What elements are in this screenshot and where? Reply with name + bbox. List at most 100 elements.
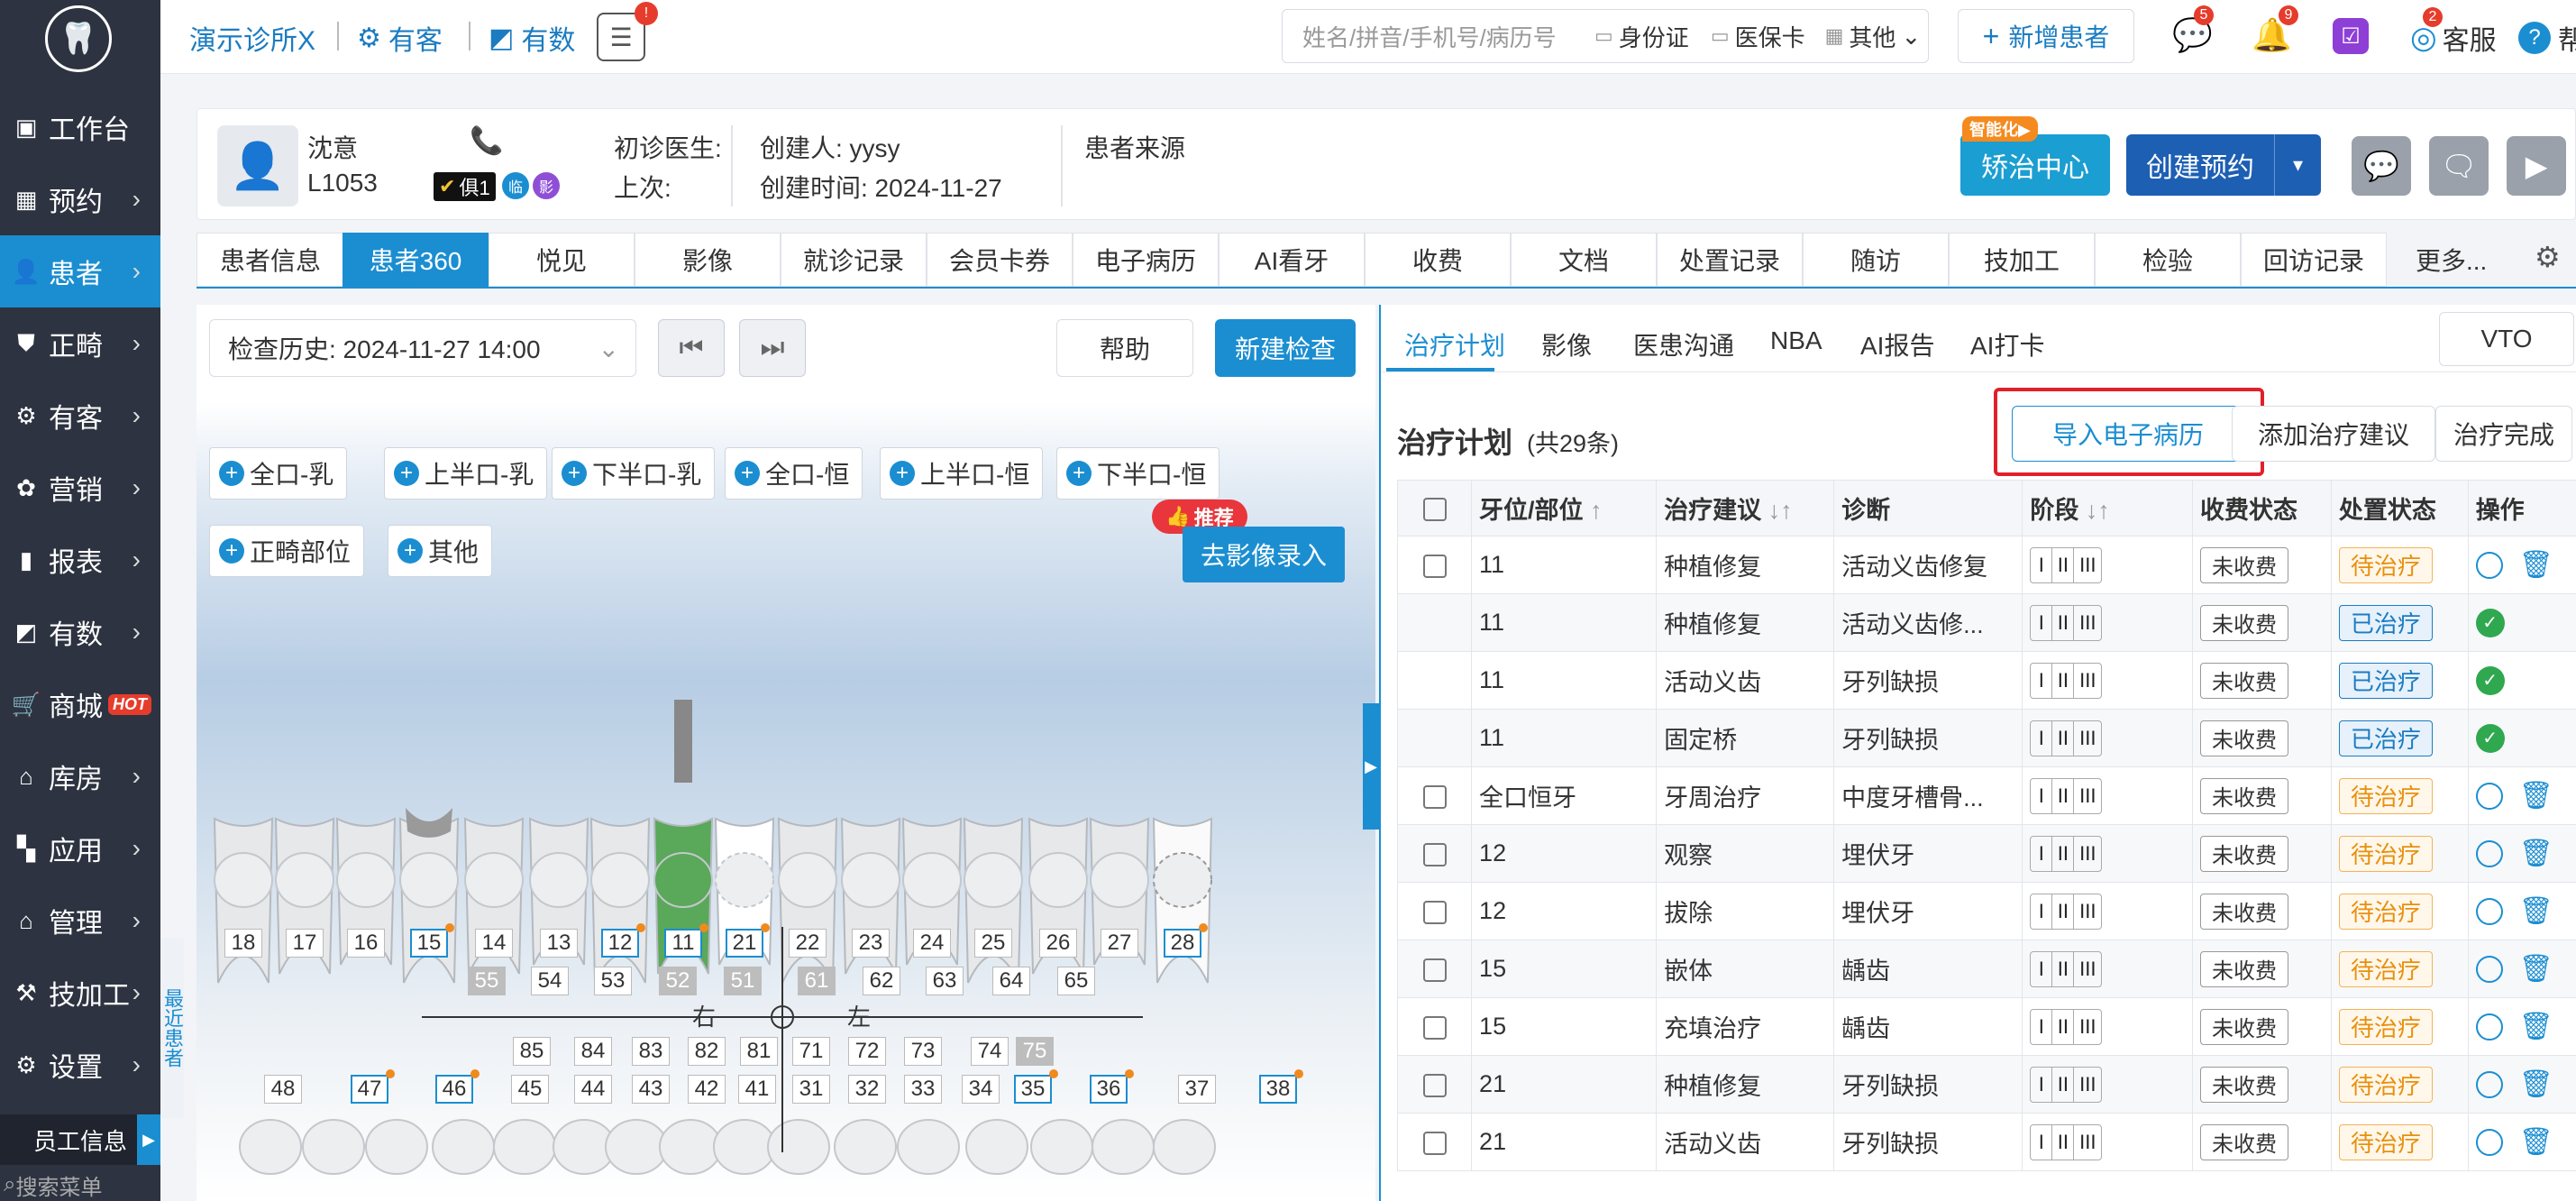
tooth-number[interactable]: 83 — [632, 1037, 670, 1066]
create-appointment-button[interactable]: 创建预约 — [2126, 134, 2274, 196]
add-suggestion-button[interactable]: 添加治疗建议 — [2232, 406, 2435, 462]
tooth-number[interactable]: 11 — [664, 929, 702, 958]
tab-item[interactable]: 悦见 — [489, 233, 635, 287]
tooth-number[interactable]: 22 — [789, 929, 827, 958]
tooth-number[interactable]: 75 — [1016, 1037, 1054, 1066]
table-row[interactable]: 11 活动义齿 牙列缺损 I II III 未收费 已治疗 ✓ — [1396, 651, 2576, 710]
occlusal-shape[interactable] — [653, 852, 713, 908]
tooth-number[interactable]: 51 — [724, 967, 762, 995]
first-record-icon[interactable]: ⏮ — [658, 319, 725, 377]
tab-item[interactable]: 处置记录 — [1657, 233, 1803, 287]
trash-icon[interactable]: 🗑 — [2519, 1068, 2553, 1100]
search-input[interactable]: 姓名/拼音/手机号/病历号 — [1302, 20, 1591, 53]
phone-icon[interactable]: 📞 — [470, 125, 503, 157]
stage-selector[interactable]: I II III — [2030, 835, 2103, 872]
stage-selector[interactable]: I II III — [2030, 546, 2103, 583]
tooth-number[interactable]: 35 — [1014, 1075, 1052, 1104]
occlusal-shape[interactable] — [275, 852, 334, 908]
mark-done-icon[interactable] — [2475, 897, 2503, 925]
occlusal-shape[interactable] — [1153, 1119, 1216, 1175]
row-checkbox[interactable] — [1422, 1131, 1447, 1155]
occlusal-shape[interactable] — [1028, 852, 1088, 908]
insurance-card-option[interactable]: 医保卡 — [1735, 20, 1805, 53]
mark-done-icon[interactable] — [2475, 1128, 2503, 1156]
table-row[interactable]: 15 嵌体 龋齿 I II III 未收费 待治疗 🗑 — [1396, 940, 2576, 998]
tooth-number[interactable]: 54 — [531, 967, 569, 995]
table-row[interactable]: 21 种植修复 牙列缺损 I II III 未收费 待治疗 🗑 — [1396, 1055, 2576, 1114]
tooth-number[interactable]: 36 — [1090, 1075, 1128, 1104]
tooth-number[interactable]: 47 — [351, 1075, 388, 1104]
sidebar-item[interactable]: ◩ 有数 › — [0, 596, 160, 668]
row-checkbox[interactable] — [1422, 958, 1447, 982]
tooth-number[interactable]: 63 — [926, 967, 964, 995]
clinic-name[interactable]: 演示诊所X — [189, 18, 315, 58]
new-exam-button[interactable]: 新建检查 — [1215, 319, 1356, 377]
occlusal-shape[interactable] — [529, 852, 589, 908]
stage-option[interactable]: I — [2031, 1009, 2053, 1044]
wechat-icon[interactable]: 💬 — [2352, 136, 2411, 196]
tooth-number[interactable]: 32 — [848, 1075, 886, 1104]
stage-option[interactable]: III — [2074, 1125, 2101, 1160]
service-link[interactable]: ◎ 客服 — [2410, 18, 2497, 58]
tab-item[interactable]: 检验 — [2095, 233, 2241, 287]
tab-item[interactable]: 患者360 — [343, 233, 489, 287]
tooth-number[interactable]: 64 — [992, 967, 1030, 995]
stage-option[interactable]: I — [2031, 1067, 2053, 1102]
occlusal-shape[interactable] — [841, 852, 900, 908]
tab-item[interactable]: 技加工 — [1949, 233, 2095, 287]
last-record-icon[interactable]: ⏭ — [739, 319, 806, 377]
occlusal-shape[interactable] — [902, 852, 962, 908]
exam-history-select[interactable]: 检查历史: 2024-11-27 14:00 ⌄ — [209, 319, 636, 377]
tooth-number[interactable]: 37 — [1178, 1075, 1216, 1104]
tooth-number[interactable]: 27 — [1101, 929, 1138, 958]
tab-item[interactable]: 文档 — [1511, 233, 1657, 287]
tooth-number[interactable]: 84 — [574, 1037, 612, 1066]
table-row[interactable]: 21 活动义齿 牙列缺损 I II III 未收费 待治疗 🗑 — [1396, 1113, 2576, 1171]
occlusal-shape[interactable] — [464, 852, 524, 908]
occlusal-shape[interactable] — [659, 1119, 722, 1175]
tooth-number[interactable]: 24 — [913, 929, 951, 958]
tooth-number[interactable]: 38 — [1259, 1075, 1297, 1104]
tooth-number[interactable]: 74 — [971, 1037, 1009, 1066]
sort-icon[interactable]: ↓↑ — [1768, 497, 1793, 524]
occlusal-shape[interactable] — [336, 852, 396, 908]
recent-patients-tab[interactable]: 最近患者 — [160, 938, 184, 1118]
row-checkbox[interactable] — [1422, 784, 1447, 809]
tooth-number[interactable]: 73 — [904, 1037, 942, 1066]
occlusal-shape[interactable] — [964, 852, 1023, 908]
stage-option[interactable]: II — [2052, 778, 2075, 813]
table-row[interactable]: 15 充填治疗 龋齿 I II III 未收费 待治疗 🗑 — [1396, 997, 2576, 1056]
help-button[interactable]: 帮助 — [1056, 319, 1193, 377]
tooth-number[interactable]: 82 — [688, 1037, 726, 1066]
message-icon[interactable]: 🗨 — [2429, 136, 2489, 196]
tab-item[interactable]: AI看牙 — [1219, 233, 1365, 287]
sidebar-item[interactable]: ⚙ 设置 › — [0, 1029, 160, 1101]
play-icon[interactable]: ▶ — [2507, 136, 2566, 196]
right-tab[interactable]: NBA — [1770, 326, 1822, 355]
gear-icon[interactable]: ⚙ — [2535, 240, 2561, 274]
tooth-number[interactable]: 81 — [740, 1037, 778, 1066]
occlusal-shape[interactable] — [239, 1119, 302, 1175]
tooth-number[interactable]: 14 — [475, 929, 513, 958]
tooth-number[interactable]: 61 — [798, 967, 836, 995]
tooth-number[interactable]: 12 — [601, 929, 639, 958]
stage-option[interactable]: III — [2074, 837, 2101, 871]
stage-option[interactable]: I — [2031, 894, 2053, 929]
tooth-number[interactable]: 45 — [511, 1075, 549, 1104]
tooth-number[interactable]: 21 — [726, 929, 763, 958]
row-checkbox[interactable] — [1422, 1015, 1447, 1040]
tooth-number[interactable]: 71 — [792, 1037, 830, 1066]
stage-option[interactable]: I — [2031, 663, 2053, 698]
sidebar-item[interactable]: ⌂ 管理 › — [0, 885, 160, 957]
tooth-number[interactable]: 15 — [410, 929, 448, 958]
tooth-number[interactable]: 23 — [852, 929, 890, 958]
tooth-number[interactable]: 48 — [264, 1075, 302, 1104]
row-checkbox[interactable] — [1422, 1073, 1447, 1097]
table-row[interactable]: 11 种植修复 活动义齿修复 I II III 未收费 待治疗 🗑 — [1396, 536, 2576, 594]
occlusal-shape[interactable] — [715, 852, 774, 908]
stage-option[interactable]: II — [2052, 547, 2075, 582]
stage-option[interactable]: II — [2052, 720, 2075, 756]
occlusal-shape[interactable] — [834, 1119, 897, 1175]
occlusal-shape[interactable] — [493, 1119, 556, 1175]
trash-icon[interactable]: 🗑 — [2519, 1011, 2553, 1042]
